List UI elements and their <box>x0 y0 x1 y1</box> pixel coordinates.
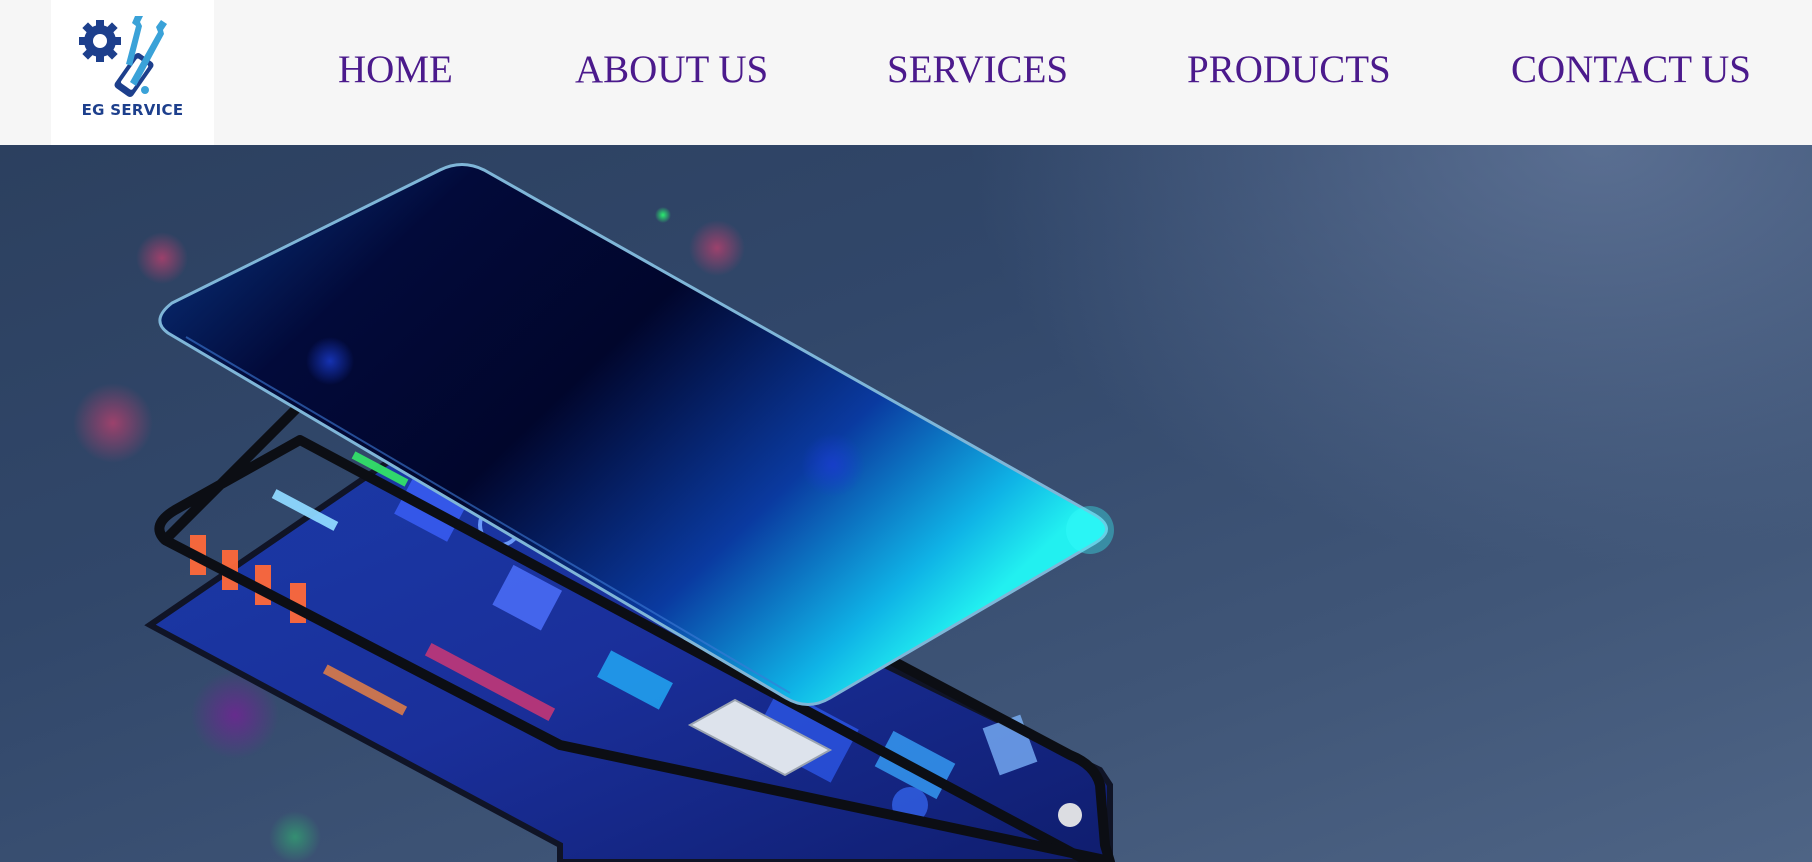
gear-wrench-phone-icon <box>79 16 167 97</box>
nav-about-us[interactable]: ABOUT US <box>575 44 768 96</box>
isometric-smartphone-layers-illustration <box>73 163 1115 862</box>
page: EG SERVICE HOME ABOUT US SERVICES PRODUC… <box>0 0 1812 862</box>
nav-products[interactable]: PRODUCTS <box>1187 44 1391 96</box>
hero-banner <box>0 145 1812 862</box>
nav-contact-us[interactable]: CONTACT US <box>1511 44 1751 96</box>
brand-logo[interactable]: EG SERVICE <box>51 0 214 145</box>
site-header: EG SERVICE HOME ABOUT US SERVICES PRODUC… <box>0 0 1812 145</box>
nav-home[interactable]: HOME <box>338 44 453 96</box>
brand-name: EG SERVICE <box>81 101 184 119</box>
nav-services[interactable]: SERVICES <box>887 44 1068 96</box>
